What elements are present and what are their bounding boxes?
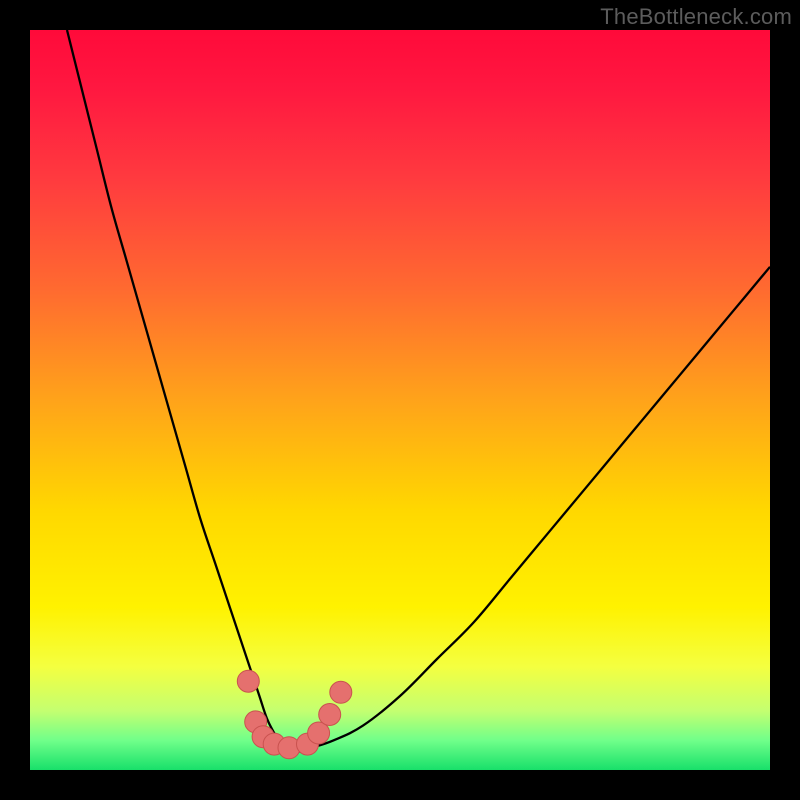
- curve-marker: [319, 704, 341, 726]
- bottleneck-chart: [30, 30, 770, 770]
- chart-frame: [30, 30, 770, 770]
- watermark-text: TheBottleneck.com: [600, 4, 792, 30]
- curve-marker: [237, 670, 259, 692]
- curve-marker: [330, 681, 352, 703]
